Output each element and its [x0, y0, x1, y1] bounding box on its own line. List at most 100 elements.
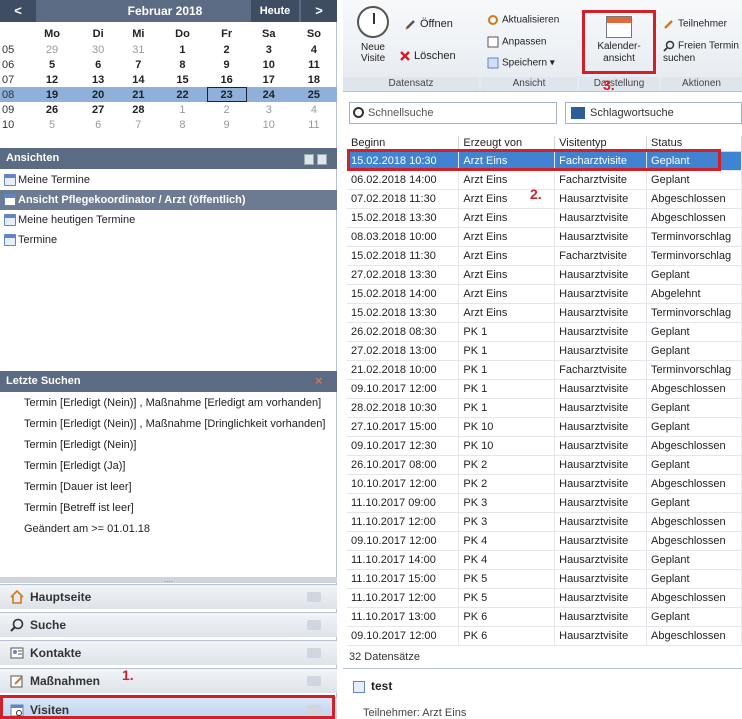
table-row[interactable]: 09.10.2017 12:00 PK 6 Hausarztvisite Abgesc…	[347, 626, 742, 646]
nav-button-contacts[interactable]: Kontakte	[0, 640, 337, 665]
week-number[interactable]: 08	[0, 87, 26, 102]
refresh-button[interactable]: Aktualisieren	[487, 14, 559, 26]
calendar-month-label[interactable]: Februar 2018	[100, 0, 230, 22]
table-row[interactable]: 26.02.2018 08:30 PK 1 Hausarztvisite Geplan…	[347, 322, 742, 342]
calendar-day[interactable]: 8	[158, 117, 206, 132]
participants-button[interactable]: Teilnehmer	[663, 18, 727, 30]
table-row[interactable]: 06.02.2018 14:00 Arzt Eins Facharztvisite G…	[347, 170, 742, 190]
week-number[interactable]: 07	[0, 72, 26, 87]
table-row[interactable]: 15.02.2018 14:00 Arzt Eins Hausarztvisite A…	[347, 284, 742, 304]
calendar-day[interactable]: 17	[247, 72, 291, 87]
recent-search-item[interactable]: Termin [Erledigt (Ja)]	[0, 456, 337, 477]
find-free-slot-button[interactable]: Freien Termin suchen	[663, 40, 742, 65]
calendar-day[interactable]: 16	[207, 72, 247, 87]
open-button[interactable]: Öffnen	[405, 18, 453, 30]
table-row[interactable]: 09.10.2017 12:00 PK 1 Hausarztvisite Abgesc…	[347, 379, 742, 399]
table-row[interactable]: 09.10.2017 12:30 PK 10 Hausarztvisite Abges…	[347, 436, 742, 456]
calendar-day[interactable]: 18	[291, 72, 337, 87]
recent-search-item[interactable]: Termin [Erledigt (Nein)] , Maßnahme [Erl…	[0, 393, 337, 414]
nav-button-home[interactable]: Hauptseite	[0, 584, 337, 609]
table-row[interactable]: 08.03.2018 10:00 Arzt Eins Hausarztvisite T…	[347, 227, 742, 247]
calendar-next-button[interactable]: >	[301, 0, 337, 22]
table-row[interactable]: 15.02.2018 11:30 Arzt Eins Facharztvisite T…	[347, 246, 742, 266]
calendar-day[interactable]: 11	[291, 117, 337, 132]
new-view-icon[interactable]	[304, 154, 314, 165]
nav-button-measures[interactable]: Maßnahmen	[0, 668, 337, 693]
save-dropdown-button[interactable]: Speichern ▾	[487, 57, 555, 69]
recent-search-item[interactable]: Termin [Dauer ist leer]	[0, 477, 337, 498]
table-row[interactable]: 10.10.2017 12:00 PK 2 Hausarztvisite Abgesc…	[347, 474, 742, 494]
quick-search-input[interactable]: Schnellsuche	[349, 102, 557, 124]
calendar-day[interactable]: 25	[290, 87, 337, 102]
calendar-day[interactable]: 3	[247, 102, 291, 117]
calendar-day[interactable]: 23	[206, 87, 247, 102]
nav-splitter[interactable]: ....	[0, 576, 337, 584]
table-row[interactable]: 11.10.2017 13:00 PK 6 Hausarztvisite Geplan…	[347, 607, 742, 627]
calendar-day[interactable]: 6	[78, 117, 118, 132]
calendar-day[interactable]: 22	[158, 87, 207, 102]
view-options-icon[interactable]	[317, 154, 327, 165]
calendar-today-button[interactable]: Heute	[251, 0, 299, 22]
table-row[interactable]: 27.02.2018 13:30 Arzt Eins Hausarztvisite G…	[347, 265, 742, 285]
calendar-day[interactable]: 19	[26, 87, 79, 102]
view-item-my-appointments[interactable]: Meine Termine	[0, 170, 337, 190]
recent-search-item[interactable]: Geändert am >= 01.01.18	[0, 519, 337, 540]
calendar-day[interactable]: 10	[247, 57, 291, 72]
calendar-day[interactable]: 2	[207, 102, 247, 117]
calendar-day[interactable]: 30	[78, 42, 118, 57]
calendar-day[interactable]: 1	[158, 42, 206, 57]
calendar-day[interactable]: 6	[78, 57, 118, 72]
table-row[interactable]: 11.10.2017 12:00 PK 5 Hausarztvisite Abgesc…	[347, 588, 742, 608]
recent-search-item[interactable]: Termin [Erledigt (Nein)]	[0, 435, 337, 456]
table-row[interactable]: 11.10.2017 15:00 PK 5 Hausarztvisite Geplan…	[347, 569, 742, 589]
close-icon[interactable]: ×	[315, 374, 327, 387]
table-row[interactable]: 28.02.2018 10:30 PK 1 Hausarztvisite Geplan…	[347, 398, 742, 418]
calendar-day[interactable]: 27	[78, 102, 118, 117]
calendar-day[interactable]: 28	[118, 102, 158, 117]
calendar-day[interactable]: 7	[118, 117, 158, 132]
view-item-appointments[interactable]: Termine	[0, 230, 337, 250]
calendar-day[interactable]: 4	[291, 42, 337, 57]
table-row[interactable]: 11.10.2017 12:00 PK 3 Hausarztvisite Abgesc…	[347, 512, 742, 532]
calendar-day[interactable]: 12	[26, 72, 78, 87]
nav-button-search[interactable]: Suche	[0, 612, 337, 637]
new-visit-button[interactable]: Neue Visite	[349, 6, 397, 64]
calendar-day[interactable]: 21	[118, 87, 159, 102]
table-row[interactable]: 27.10.2017 15:00 PK 10 Hausarztvisite Gepla…	[347, 417, 742, 437]
week-number[interactable]: 09	[0, 102, 26, 117]
calendar-day[interactable]: 15	[158, 72, 206, 87]
adjust-button[interactable]: Anpassen	[487, 36, 546, 48]
table-row[interactable]: 15.02.2018 13:30 Arzt Eins Hausarztvisite T…	[347, 303, 742, 323]
calendar-day[interactable]: 5	[26, 57, 78, 72]
calendar-day[interactable]: 9	[207, 117, 247, 132]
table-row[interactable]: 09.10.2017 12:00 PK 4 Hausarztvisite Abgesc…	[347, 531, 742, 551]
table-row[interactable]: 07.02.2018 11:30 Arzt Eins Hausarztvisite A…	[347, 189, 742, 209]
table-row[interactable]: 11.10.2017 14:00 PK 4 Hausarztvisite Geplan…	[347, 550, 742, 570]
keyword-search-button[interactable]: Schlagwortsuche	[565, 102, 742, 124]
calendar-day[interactable]: 11	[291, 57, 337, 72]
calendar-day[interactable]: 7	[118, 57, 158, 72]
table-row[interactable]: 27.02.2018 13:00 PK 1 Hausarztvisite Geplan…	[347, 341, 742, 361]
table-row[interactable]: 26.10.2017 08:00 PK 2 Hausarztvisite Geplan…	[347, 455, 742, 475]
calendar-day[interactable]: 13	[78, 72, 118, 87]
table-row[interactable]: 21.02.2018 10:00 PK 1 Facharztvisite Termin…	[347, 360, 742, 380]
calendar-day[interactable]: 2	[207, 42, 247, 57]
calendar-day[interactable]: 26	[26, 102, 78, 117]
calendar-day[interactable]: 8	[158, 57, 206, 72]
calendar-day[interactable]: 10	[247, 117, 291, 132]
calendar-day[interactable]: 4	[291, 102, 337, 117]
recent-search-item[interactable]: Termin [Betreff ist leer]	[0, 498, 337, 519]
calendar-day[interactable]: 20	[78, 87, 119, 102]
delete-button[interactable]: Löschen	[399, 50, 456, 62]
calendar-day[interactable]: 24	[246, 87, 291, 102]
view-item-today[interactable]: Meine heutigen Termine	[0, 210, 337, 230]
recent-search-item[interactable]: Termin [Erledigt (Nein)] , Maßnahme [Dri…	[0, 414, 337, 435]
calendar-day[interactable]: 3	[247, 42, 291, 57]
week-number[interactable]: 10	[0, 117, 26, 132]
view-item-care-coordinator[interactable]: Ansicht Pflegekoordinator / Arzt (öffent…	[0, 190, 337, 210]
calendar-day[interactable]: 14	[118, 72, 158, 87]
calendar-day[interactable]: 9	[207, 57, 247, 72]
week-number[interactable]: 06	[0, 57, 26, 72]
calendar-day[interactable]: 31	[118, 42, 158, 57]
week-number[interactable]: 05	[0, 42, 26, 57]
